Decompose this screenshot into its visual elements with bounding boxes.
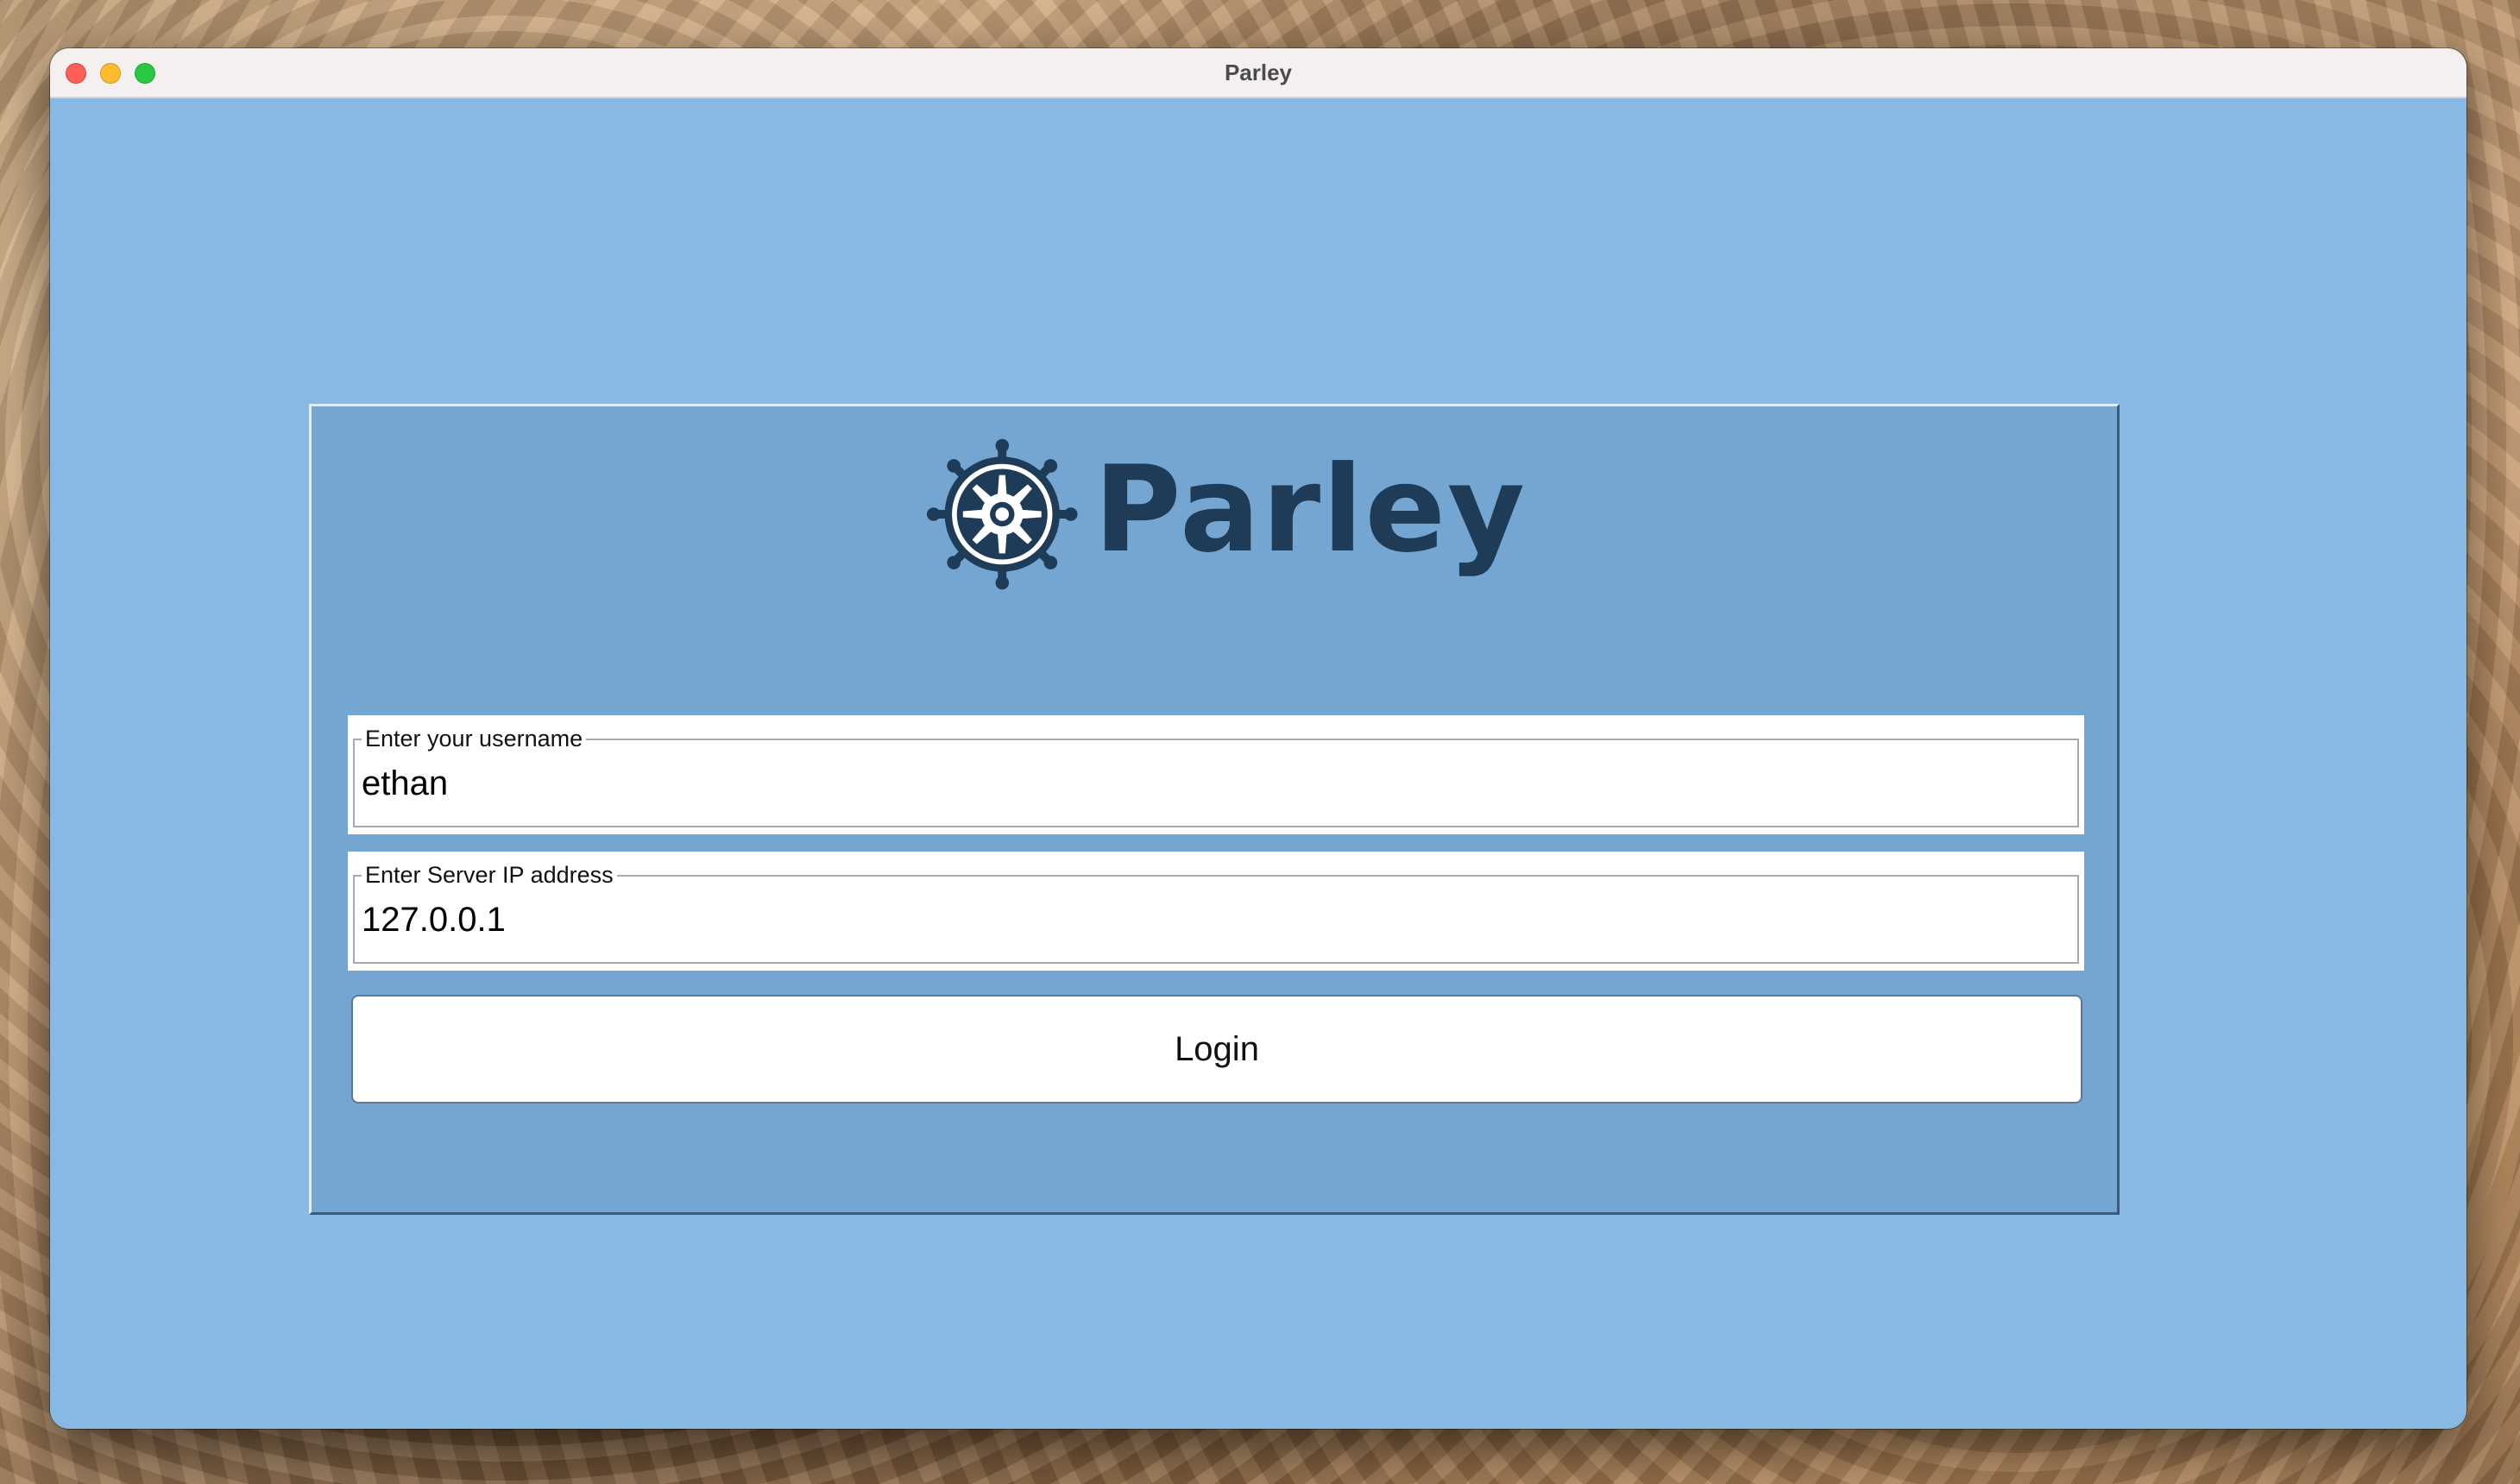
window-title: Parley — [1224, 59, 1293, 85]
server-ip-fieldset: Enter Server IP address — [353, 862, 2079, 964]
app-window: Parley Parley Enter your username ethan … — [50, 48, 2466, 1429]
server-ip-label: Enter Server IP address — [365, 862, 614, 888]
login-panel: Parley Enter your username Enter Server … — [309, 404, 2120, 1215]
close-window-button[interactable] — [66, 63, 86, 84]
username-field: Enter your username — [348, 715, 2084, 834]
server-ip-input[interactable] — [362, 889, 2070, 940]
server-ip-field: Enter Server IP address — [348, 852, 2084, 971]
ship-wheel-icon — [926, 438, 1078, 590]
minimize-window-button[interactable] — [100, 63, 121, 84]
maximize-window-button[interactable] — [135, 63, 155, 84]
main-content: Parley Enter your username Enter Server … — [50, 98, 2466, 1429]
username-label: Enter your username — [365, 726, 583, 751]
username-input[interactable] — [362, 752, 2070, 803]
app-logo-text: Parley — [1093, 440, 1527, 579]
window-controls — [66, 63, 155, 84]
app-logo: Parley — [923, 406, 1527, 622]
username-fieldset: Enter your username — [353, 726, 2079, 827]
login-button[interactable]: Login — [351, 995, 2082, 1104]
title-bar[interactable]: Parley — [50, 48, 2466, 98]
